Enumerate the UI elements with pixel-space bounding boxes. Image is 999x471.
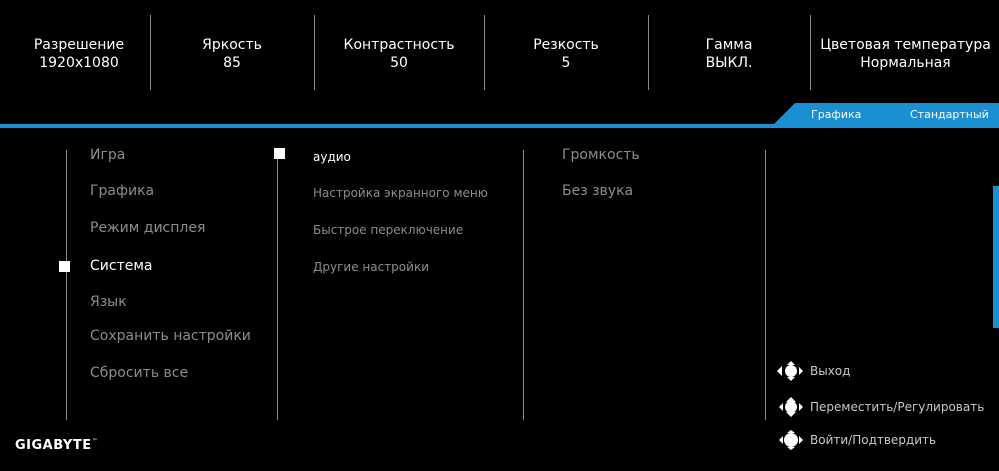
main-menu-item-reset-all[interactable]: Сбросить все [90,364,188,382]
sub-menu-item-osd-settings[interactable]: Настройка экранного меню [313,185,488,201]
status-gamma-label: Гамма [705,37,753,53]
gigabyte-logo: GIGABYTE™ [15,438,98,453]
status-bar: Разрешение 1920x1080 Яркость 85 Контраст… [0,0,999,100]
main-menu-item-picture[interactable]: Графика [90,182,154,200]
status-gamma: Гамма ВЫКЛ. [648,36,810,72]
main-menu-item-save-settings[interactable]: Сохранить настройки [90,327,251,345]
status-resolution-value: 1920x1080 [39,55,119,71]
menu-column-divider [765,150,766,420]
selection-marker [59,261,70,272]
joystick-updown-icon [779,397,803,417]
hint-move-adjust-label: Переместить/Регулировать [810,400,985,414]
selection-marker [274,148,285,159]
main-menu-item-display-mode[interactable]: Режим дисплея [90,219,205,237]
status-brightness-label: Яркость [202,37,262,53]
main-menu-item-game[interactable]: Игра [90,146,125,164]
status-contrast-value: 50 [390,55,408,71]
mode-category: Графика [811,108,862,121]
menu-column-divider [66,150,67,420]
menu-column-divider [523,150,524,420]
mode-preset: Стандартный [910,108,989,121]
status-color-temperature-value: Нормальная [860,55,951,71]
status-color-temperature-label: Цветовая температура [820,37,991,53]
status-sharpness-label: Резкость [533,37,599,53]
hint-enter-confirm-label: Войти/Подтвердить [810,433,937,447]
joystick-press-icon [779,430,803,450]
status-color-temperature: Цветовая температура Нормальная [812,36,999,72]
status-divider [810,15,811,90]
brand-name: GIGABYTE [15,438,92,453]
status-gamma-value: ВЫКЛ. [705,55,753,71]
status-brightness-value: 85 [223,55,241,71]
mode-divider-line [0,124,999,128]
menu-column-divider [277,150,278,420]
option-item-mute[interactable]: Без звука [562,182,633,200]
scrollbar[interactable] [993,186,999,328]
status-resolution-label: Разрешение [33,37,125,53]
option-item-volume[interactable]: Громкость [562,146,640,164]
trademark-mark: ™ [91,438,99,445]
sub-menu-item-audio[interactable]: аудио [313,149,351,165]
sub-menu-item-quick-switch[interactable]: Быстрое переключение [313,222,463,238]
status-contrast: Контрастность 50 [314,36,484,72]
hint-exit-label: Выход [810,364,851,378]
status-brightness: Яркость 85 [150,36,314,72]
status-sharpness-value: 5 [561,55,571,71]
main-menu-item-language[interactable]: Язык [90,293,127,311]
main-menu-item-system[interactable]: Система [90,257,152,275]
status-resolution: Разрешение 1920x1080 [8,36,150,72]
sub-menu-item-other-settings[interactable]: Другие настройки [313,259,429,275]
status-contrast-label: Контрастность [343,37,455,53]
joystick-left-icon [777,361,803,381]
status-sharpness: Резкость 5 [484,36,648,72]
